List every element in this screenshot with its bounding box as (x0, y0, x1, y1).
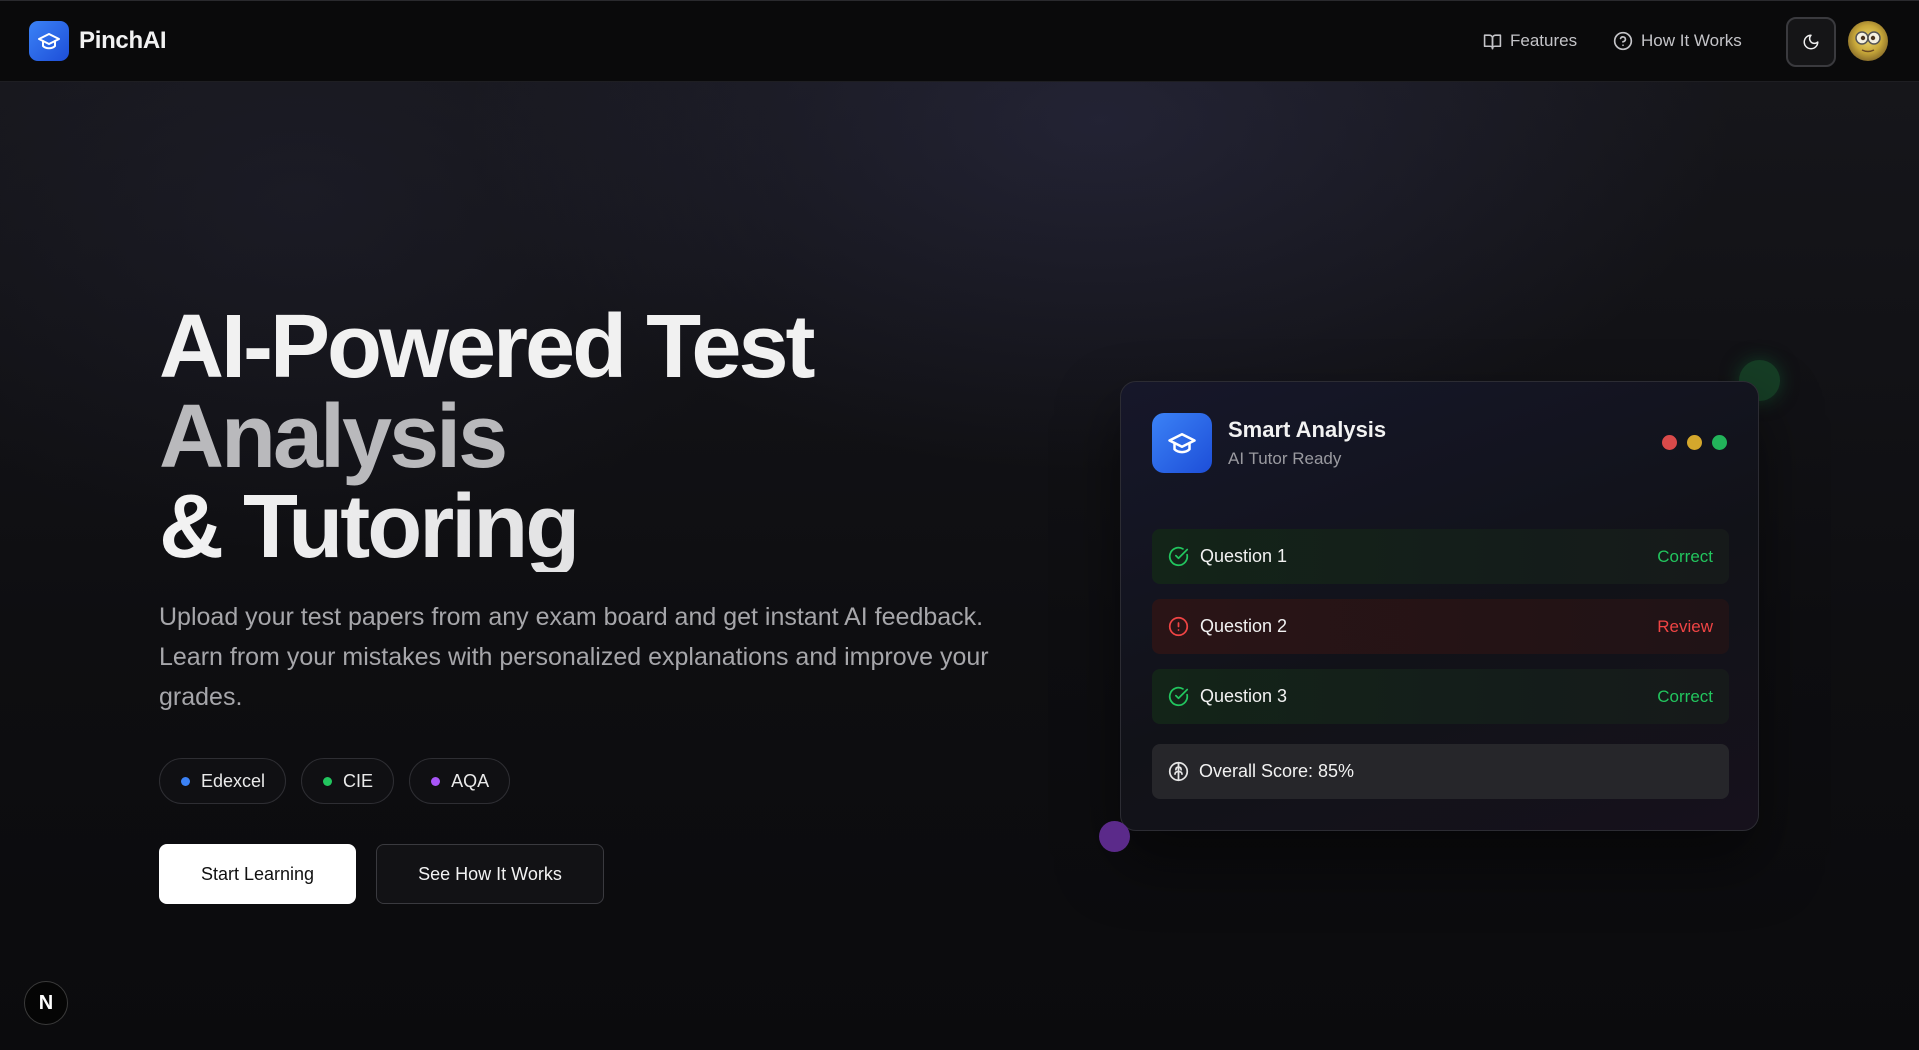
green-dot-icon (1712, 435, 1727, 450)
check-circle-icon (1168, 686, 1189, 707)
question-status: Correct (1657, 686, 1713, 706)
graduation-cap-icon (29, 21, 69, 61)
top-navbar: PinchAI Features How It Works (0, 0, 1919, 82)
exam-board-list: Edexcel CIE AQA (159, 758, 511, 804)
see-how-it-works-button[interactable]: See How It Works (376, 844, 604, 904)
question-label: Question 3 (1200, 686, 1288, 706)
nav-link-label: How It Works (1641, 31, 1742, 50)
question-row: Question 1 Correct (1152, 529, 1729, 584)
card-subtitle: AI Tutor Ready (1228, 449, 1342, 468)
moon-icon (1803, 34, 1819, 50)
card-title: Smart Analysis (1228, 417, 1387, 442)
hero-title-line-3: & Tutoring (159, 482, 1059, 572)
check-circle-icon (1168, 546, 1189, 567)
nav-link-label: Features (1510, 31, 1578, 50)
hero-title-line-1: AI-Powered Test (159, 297, 815, 397)
theme-toggle-button[interactable] (1786, 17, 1836, 67)
exam-board-label: AQA (451, 770, 490, 791)
smart-analysis-card: Smart Analysis AI Tutor Ready Question 1… (1120, 381, 1759, 831)
nav-link-features[interactable]: Features (1483, 31, 1577, 51)
window-dots (1662, 435, 1727, 450)
red-dot-icon (1662, 435, 1677, 450)
decorative-purple-orb (1099, 821, 1130, 852)
question-row: Question 3 Correct (1152, 669, 1729, 724)
brain-icon (1168, 761, 1189, 782)
brand-logo-link[interactable]: PinchAI (29, 21, 167, 61)
nav-link-how-it-works[interactable]: How It Works (1613, 31, 1742, 51)
page: PinchAI Features How It Works AI-Powered… (0, 0, 1919, 1050)
hero-title: AI-Powered Test Analysis & Tutoring (159, 302, 1059, 572)
hero-title-line-2: Analysis (159, 387, 508, 487)
question-row: Question 2 Review (1152, 599, 1729, 654)
alert-circle-icon (1168, 616, 1189, 637)
exam-board-label: CIE (343, 770, 374, 791)
exam-board-badge-aqa: AQA (409, 758, 511, 804)
question-status: Review (1657, 616, 1713, 636)
yellow-dot-icon (1687, 435, 1702, 450)
user-avatar[interactable] (1848, 21, 1888, 61)
help-circle-icon (1613, 31, 1633, 51)
overall-score-label: Overall Score: 85% (1199, 761, 1355, 781)
start-learning-button[interactable]: Start Learning (159, 844, 356, 904)
exam-board-badge-cie: CIE (301, 758, 395, 804)
purple-dot-icon (431, 776, 441, 786)
question-label: Question 2 (1200, 616, 1288, 636)
exam-board-label: Edexcel (201, 770, 266, 791)
hero-subtitle: Upload your test papers from any exam bo… (159, 603, 989, 711)
question-label: Question 1 (1200, 546, 1288, 566)
overall-score-row: Overall Score: 85% (1152, 744, 1729, 799)
dev-tools-badge[interactable]: N (24, 981, 68, 1025)
graduation-cap-icon (1152, 413, 1212, 473)
book-open-icon (1483, 33, 1502, 49)
exam-board-badge-edexcel: Edexcel (159, 758, 287, 804)
green-dot-icon (323, 776, 333, 786)
question-status: Correct (1657, 546, 1713, 566)
blue-dot-icon (181, 776, 190, 786)
brand-name: PinchAI (79, 27, 167, 54)
